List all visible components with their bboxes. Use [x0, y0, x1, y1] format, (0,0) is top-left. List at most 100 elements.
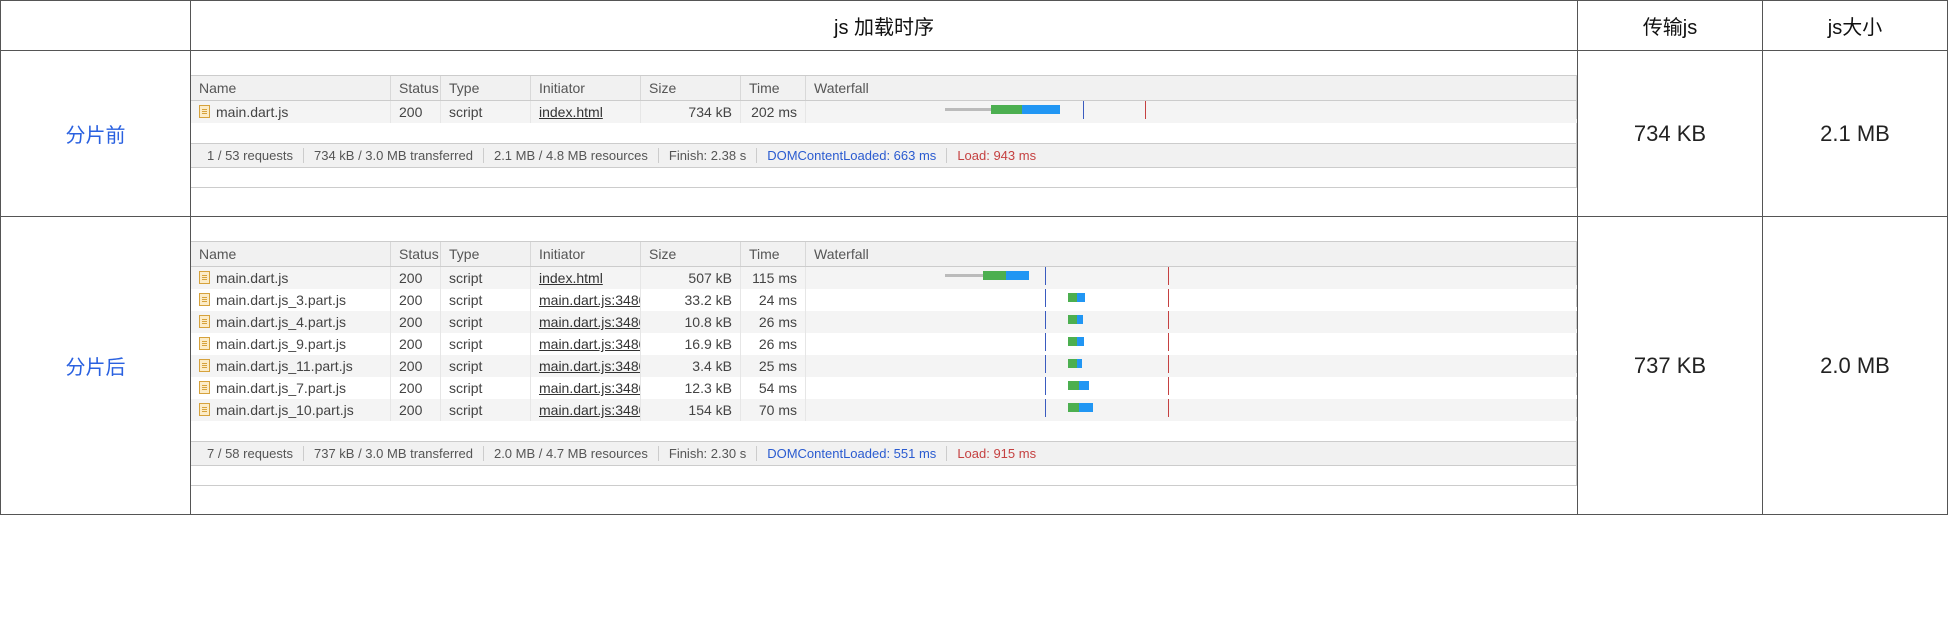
request-initiator[interactable]: main.dart.js:3480 [531, 311, 641, 333]
waterfall-queued-bar [945, 108, 991, 111]
request-initiator[interactable]: main.dart.js:3480 [531, 399, 641, 421]
footer-finish: Finish: 2.38 s [659, 148, 757, 163]
request-type: script [441, 355, 531, 377]
request-initiator[interactable]: index.html [531, 101, 641, 123]
col-time[interactable]: Time [741, 76, 806, 100]
request-size: 154 kB [641, 399, 741, 421]
request-status: 200 [391, 333, 441, 355]
col-time[interactable]: Time [741, 242, 806, 266]
col-waterfall[interactable]: Waterfall [806, 242, 1577, 266]
request-initiator[interactable]: main.dart.js:3480 [531, 333, 641, 355]
network-footer: 1 / 53 requests 734 kB / 3.0 MB transfer… [191, 143, 1577, 168]
request-type: script [441, 399, 531, 421]
file-icon [199, 271, 210, 284]
waterfall-waiting-bar [1068, 293, 1077, 302]
request-time: 54 ms [741, 377, 806, 399]
request-type: script [441, 377, 531, 399]
request-initiator[interactable]: main.dart.js:3480 [531, 377, 641, 399]
waterfall-download-bar [1022, 105, 1061, 114]
col-initiator[interactable]: Initiator [531, 242, 641, 266]
network-row[interactable]: main.dart.js_11.part.js 200scriptmain.dar… [191, 355, 1577, 377]
network-row[interactable]: main.dart.js200scriptindex.html734 kB202… [191, 101, 1577, 123]
waterfall-download-bar [1079, 403, 1093, 412]
col-type[interactable]: Type [441, 242, 531, 266]
footer-load: Load: 915 ms [947, 446, 1046, 461]
row-label-before: 分片前 [1, 51, 191, 217]
waterfall-dcl-line [1083, 101, 1084, 119]
network-row[interactable]: main.dart.js_4.part.js200scriptmain.dart… [191, 311, 1577, 333]
empty-row [191, 123, 1577, 143]
file-icon [199, 315, 210, 328]
col-name[interactable]: Name [191, 76, 391, 100]
waterfall-waiting-bar [991, 105, 1022, 114]
network-header[interactable]: Name Status Type Initiator Size Time Wat… [191, 241, 1577, 267]
after-transfer-value: 737 KB [1578, 217, 1763, 515]
request-initiator[interactable]: index.html [531, 267, 641, 289]
col-size[interactable]: Size [641, 242, 741, 266]
col-name[interactable]: Name [191, 242, 391, 266]
waterfall-waiting-bar [1068, 337, 1077, 346]
request-waterfall [806, 311, 1577, 329]
network-header[interactable]: Name Status Type Initiator Size Time Wat… [191, 75, 1577, 101]
waterfall-queued-bar [945, 274, 984, 277]
col-status[interactable]: Status [391, 76, 441, 100]
request-waterfall [806, 355, 1577, 373]
col-size[interactable]: Size [641, 76, 741, 100]
col-status[interactable]: Status [391, 242, 441, 266]
request-type: script [441, 267, 531, 289]
request-waterfall [806, 399, 1577, 417]
request-size: 10.8 kB [641, 311, 741, 333]
network-row[interactable]: main.dart.js200scriptindex.html507 kB115… [191, 267, 1577, 289]
request-name-text: main.dart.js_7.part.js [216, 380, 346, 396]
footer-resources: 2.0 MB / 4.7 MB resources [484, 446, 659, 461]
footer-domcontentloaded: DOMContentLoaded: 663 ms [757, 148, 947, 163]
waterfall-load-line [1168, 377, 1169, 395]
request-name[interactable]: main.dart.js_11.part.js [191, 355, 391, 377]
col-initiator[interactable]: Initiator [531, 76, 641, 100]
request-status: 200 [391, 101, 441, 123]
request-waterfall [806, 267, 1577, 285]
request-name-text: main.dart.js_11.part.js [216, 358, 353, 374]
col-header-timeline: js 加载时序 [191, 1, 1578, 51]
request-name[interactable]: main.dart.js_3.part.js [191, 289, 391, 311]
request-name[interactable]: main.dart.js [191, 101, 391, 123]
request-time: 115 ms [741, 267, 806, 289]
footer-resources: 2.1 MB / 4.8 MB resources [484, 148, 659, 163]
comparison-table: js 加载时序 传输js js大小 分片前 Name Status Type I… [0, 0, 1948, 515]
request-status: 200 [391, 377, 441, 399]
request-initiator[interactable]: main.dart.js:3480 [531, 355, 641, 377]
request-initiator[interactable]: main.dart.js:3480 [531, 289, 641, 311]
request-name-text: main.dart.js [216, 270, 288, 286]
request-name[interactable]: main.dart.js_10.part.js [191, 399, 391, 421]
footer-domcontentloaded: DOMContentLoaded: 551 ms [757, 446, 947, 461]
network-row[interactable]: main.dart.js_9.part.js200scriptmain.dart… [191, 333, 1577, 355]
network-row[interactable]: main.dart.js_10.part.js200scriptmain.dar… [191, 399, 1577, 421]
waterfall-load-line [1168, 311, 1169, 329]
request-status: 200 [391, 355, 441, 377]
request-type: script [441, 289, 531, 311]
col-type[interactable]: Type [441, 76, 531, 100]
request-time: 24 ms [741, 289, 806, 311]
network-row[interactable]: main.dart.js_3.part.js200scriptmain.dart… [191, 289, 1577, 311]
tail-row [191, 466, 1577, 486]
request-name[interactable]: main.dart.js_4.part.js [191, 311, 391, 333]
request-size: 734 kB [641, 101, 741, 123]
request-waterfall [806, 101, 1577, 119]
waterfall-download-bar [1077, 315, 1083, 324]
waterfall-download-bar [1079, 381, 1089, 390]
waterfall-dcl-line [1045, 399, 1046, 417]
network-table: Name Status Type Initiator Size Time Wat… [191, 241, 1577, 486]
network-row[interactable]: main.dart.js_7.part.js 200scriptmain.dart… [191, 377, 1577, 399]
request-status: 200 [391, 289, 441, 311]
waterfall-download-bar [1006, 271, 1029, 280]
request-name[interactable]: main.dart.js_9.part.js [191, 333, 391, 355]
file-icon [199, 359, 210, 372]
waterfall-load-line [1145, 101, 1146, 119]
request-name[interactable]: main.dart.js_7.part.js [191, 377, 391, 399]
request-name[interactable]: main.dart.js [191, 267, 391, 289]
request-time: 26 ms [741, 311, 806, 333]
request-size: 3.4 kB [641, 355, 741, 377]
waterfall-download-bar [1077, 359, 1082, 368]
col-waterfall[interactable]: Waterfall [806, 76, 1577, 100]
request-time: 26 ms [741, 333, 806, 355]
